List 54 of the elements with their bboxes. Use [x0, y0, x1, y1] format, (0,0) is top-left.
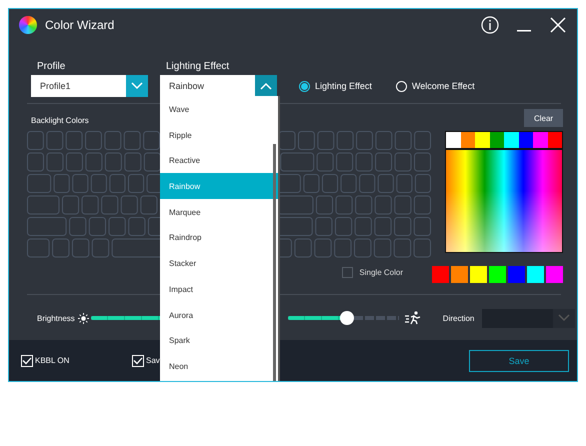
dropdown-option[interactable]: Spark [160, 327, 278, 353]
profile-dropdown[interactable]: Profile1 [31, 75, 148, 97]
color-swatch[interactable] [533, 132, 548, 148]
color-swatch[interactable] [470, 266, 487, 283]
slider-thumb[interactable] [340, 311, 354, 325]
color-swatch[interactable] [527, 266, 544, 283]
color-swatch[interactable] [490, 132, 504, 148]
caret-icon [558, 314, 570, 322]
caret-icon [260, 82, 272, 90]
checkbox[interactable] [342, 267, 354, 278]
single-color-label: Single Color [359, 268, 403, 277]
color-swatch[interactable] [504, 132, 518, 148]
lighting-effect-dropdown[interactable]: Rainbow [160, 75, 277, 97]
dropdown-option[interactable]: Wave [160, 96, 278, 122]
backlight-colors-label: Backlight Colors [31, 116, 90, 126]
lighting-effect-label: Lighting Effect [166, 61, 230, 72]
color-swatch[interactable] [451, 266, 468, 283]
color-swatch[interactable] [489, 266, 506, 283]
color-swatch[interactable] [475, 132, 490, 148]
mode-radio[interactable]: Welcome Effect [396, 80, 475, 92]
direction-dropdown[interactable] [482, 308, 576, 328]
dropdown-option[interactable]: Marquee [160, 198, 278, 224]
profile-label: Profile [37, 61, 66, 72]
dropdown-option[interactable]: Raindrop [160, 224, 278, 250]
save-button[interactable]: Save [469, 350, 569, 372]
color-swatch[interactable] [446, 132, 460, 148]
dropdown-option[interactable]: Neon [160, 352, 278, 379]
scrollbar[interactable] [273, 144, 276, 381]
info-icon[interactable] [481, 16, 499, 34]
checkbox-label: KBBL ON [35, 356, 70, 365]
color-swatch[interactable] [518, 132, 533, 148]
color-spectrum[interactable] [446, 150, 562, 252]
close-icon[interactable] [549, 16, 567, 34]
mode-radio[interactable]: Lighting Effect [299, 80, 372, 92]
color-swatch[interactable] [508, 266, 525, 283]
dropdown-option[interactable]: Impact [160, 276, 278, 302]
dropdown-option[interactable]: Aurora [160, 302, 278, 328]
brightness-label: Brightness [37, 314, 75, 322]
sun-icon [78, 312, 89, 324]
color-picker[interactable] [445, 131, 563, 253]
checkbox-label: Sav [146, 356, 160, 365]
dropdown-option[interactable]: Reactive [160, 147, 278, 174]
dropdown-option[interactable]: Ripple [160, 122, 278, 148]
window-title: Color Wizard [45, 18, 116, 32]
running-person-icon [404, 311, 421, 325]
color-swatch[interactable] [432, 266, 449, 283]
color-swatch[interactable] [546, 266, 563, 283]
color-swatch[interactable] [460, 132, 475, 148]
caret-icon [131, 82, 143, 90]
direction-label: Direction [442, 314, 474, 322]
color-swatch[interactable] [548, 132, 562, 148]
app-logo-icon [19, 16, 37, 34]
clear-button[interactable]: Clear [524, 109, 563, 127]
dropdown-option[interactable]: Stacker [160, 250, 278, 276]
